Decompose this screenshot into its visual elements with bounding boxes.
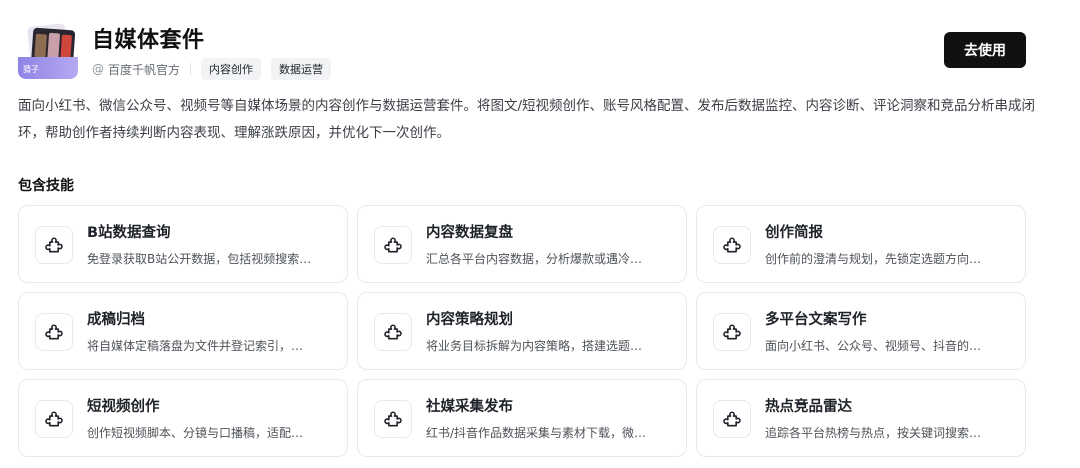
skill-description: 免登录获取B站公开数据，包括视频搜索… <box>87 252 312 266</box>
skill-card-4[interactable]: 成稿归档 将自媒体定稿落盘为文件并登记索引，… <box>18 292 348 370</box>
skill-description: 追踪各平台热榜与热点，按关键词搜索… <box>765 426 982 440</box>
skill-card-8[interactable]: 社媒采集发布 红书/抖音作品数据采集与素材下载，微… <box>357 379 687 457</box>
publisher-name: 百度千帆官方 <box>108 62 181 77</box>
skill-name: B站数据查询 <box>87 225 171 241</box>
puzzle-piece-icon <box>35 226 73 264</box>
puzzle-piece-icon <box>35 313 73 351</box>
skill-card-1[interactable]: B站数据查询 免登录获取B站公开数据，包括视频搜索… <box>18 205 348 283</box>
skills-grid: B站数据查询 免登录获取B站公开数据，包括视频搜索… 内容数据复盘 汇总各平台内… <box>18 205 1026 457</box>
skill-card-7[interactable]: 短视频创作 创作短视频脚本、分镜与口播稿，适配… <box>18 379 348 457</box>
skill-description: 汇总各平台内容数据，分析爆款或遇冷… <box>426 252 643 266</box>
skill-card-9[interactable]: 热点竞品雷达 追踪各平台热榜与热点，按关键词搜索… <box>696 379 1026 457</box>
puzzle-piece-icon <box>374 226 412 264</box>
puzzle-piece-icon <box>374 313 412 351</box>
skill-name: 成稿归档 <box>87 312 145 328</box>
tag-data-operations: 数据运营 <box>271 58 332 80</box>
skill-card-3[interactable]: 创作简报 创作前的澄清与规划，先锁定选题方向… <box>696 205 1026 283</box>
skill-card-6[interactable]: 多平台文案写作 面向小红书、公众号、视频号、抖音的… <box>696 292 1026 370</box>
skill-description: 将自媒体定稿落盘为文件并登记索引，… <box>87 339 304 353</box>
skill-description: 将业务目标拆解为内容策略，搭建选题… <box>426 339 643 353</box>
puzzle-piece-icon <box>35 400 73 438</box>
skill-name: 短视频创作 <box>87 399 160 415</box>
skills-section-title: 包含技能 <box>18 178 74 194</box>
skill-description: 面向小红书、公众号、视频号、抖音的… <box>765 339 982 353</box>
skill-suite-page: 猜子 自媒体套件 @ 百度千帆官方 内容创作 数据运营 去使用 面向小红书、微信… <box>0 0 1080 468</box>
use-button[interactable]: 去使用 <box>944 32 1026 68</box>
skill-description: 创作前的澄清与规划，先锁定选题方向… <box>765 252 982 266</box>
suite-header: 猜子 自媒体套件 @ 百度千帆官方 内容创作 数据运营 去使用 <box>18 16 1026 82</box>
suite-meta: @ 百度千帆官方 内容创作 数据运营 <box>92 57 341 81</box>
skill-name: 社媒采集发布 <box>426 399 513 415</box>
skill-name: 多平台文案写作 <box>765 312 867 328</box>
suite-app-icon: 猜子 <box>18 23 78 79</box>
skill-description: 创作短视频脚本、分镜与口播稿，适配… <box>87 426 304 440</box>
skill-card-5[interactable]: 内容策略规划 将业务目标拆解为内容策略，搭建选题… <box>357 292 687 370</box>
skill-name: 内容策略规划 <box>426 312 513 328</box>
puzzle-piece-icon <box>713 226 751 264</box>
suite-description: 面向小红书、微信公众号、视频号等自媒体场景的内容创作与数据运营套件。将图文/短视… <box>18 98 1036 141</box>
skill-name: 热点竞品雷达 <box>765 399 852 415</box>
puzzle-piece-icon <box>713 400 751 438</box>
skill-name: 创作简报 <box>765 225 823 241</box>
skill-name: 内容数据复盘 <box>426 225 513 241</box>
publisher: @ 百度千帆官方 <box>92 61 180 78</box>
puzzle-piece-icon <box>713 313 751 351</box>
suite-title: 自媒体套件 <box>92 28 205 53</box>
at-sign-icon: @ <box>92 62 104 76</box>
app-icon-label: 猜子 <box>23 65 39 74</box>
tag-content-creation: 内容创作 <box>201 58 262 80</box>
puzzle-piece-icon <box>374 400 412 438</box>
meta-divider <box>190 63 192 75</box>
skill-card-2[interactable]: 内容数据复盘 汇总各平台内容数据，分析爆款或遇冷… <box>357 205 687 283</box>
skill-description: 红书/抖音作品数据采集与素材下载，微… <box>426 426 647 440</box>
